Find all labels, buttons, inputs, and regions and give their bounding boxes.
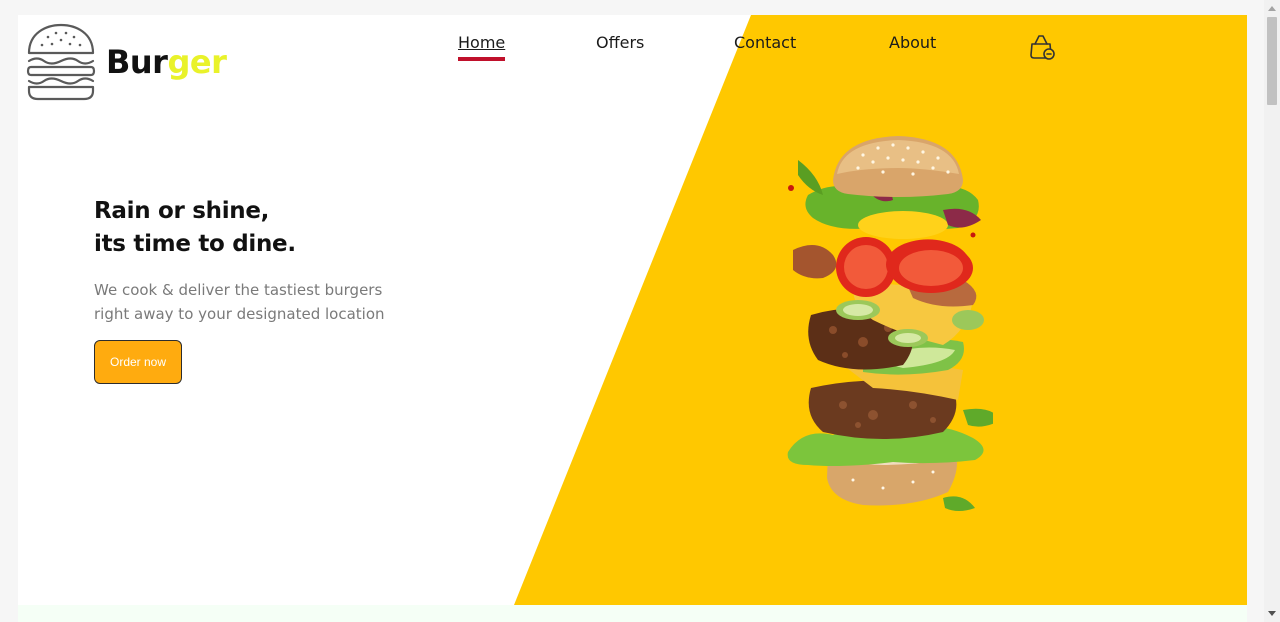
- hero-title-line2: its time to dine.: [94, 231, 296, 257]
- hero-title-line1: Rain or shine,: [94, 198, 270, 224]
- brand-name-part1: Bur: [106, 43, 168, 81]
- hero-subtitle-line2: right away to your designated location: [94, 305, 385, 323]
- nav-contact[interactable]: Contact: [734, 33, 796, 52]
- order-now-label: Order now: [109, 355, 167, 369]
- hero-subtitle: We cook & deliver the tastiest burgers r…: [94, 278, 414, 326]
- scroll-down-arrow-icon[interactable]: [1264, 606, 1280, 622]
- hero-title: Rain or shine, its time to dine.: [94, 195, 296, 261]
- brand-name-part2: ger: [167, 43, 227, 81]
- landing-page: Burger Home Offers Contact About Rain or…: [18, 15, 1247, 605]
- browser-viewport: Burger Home Offers Contact About Rain or…: [0, 0, 1264, 622]
- brand-logo[interactable]: Burger: [26, 23, 227, 101]
- burger-outline-icon: [26, 23, 96, 101]
- scrollbar-thumb[interactable]: [1267, 17, 1277, 105]
- nav-about-label: About: [889, 33, 937, 52]
- nav-active-underline: [458, 57, 506, 61]
- hero-subtitle-line1: We cook & deliver the tastiest burgers: [94, 281, 383, 299]
- nav-contact-label: Contact: [734, 33, 797, 52]
- nav-offers[interactable]: Offers: [596, 33, 644, 52]
- order-now-button[interactable]: Order now: [94, 340, 182, 384]
- vertical-scrollbar[interactable]: [1264, 0, 1280, 622]
- shopping-bag-icon[interactable]: [1028, 32, 1058, 62]
- brand-name: Burger: [106, 43, 227, 81]
- scroll-up-arrow-icon[interactable]: [1264, 0, 1280, 16]
- nav-offers-label: Offers: [596, 33, 645, 52]
- nav-home[interactable]: Home: [458, 33, 506, 61]
- stacked-burger-image: [787, 136, 993, 511]
- nav-home-label: Home: [458, 33, 506, 52]
- next-section-edge: [18, 605, 1247, 622]
- nav-about[interactable]: About: [889, 33, 936, 52]
